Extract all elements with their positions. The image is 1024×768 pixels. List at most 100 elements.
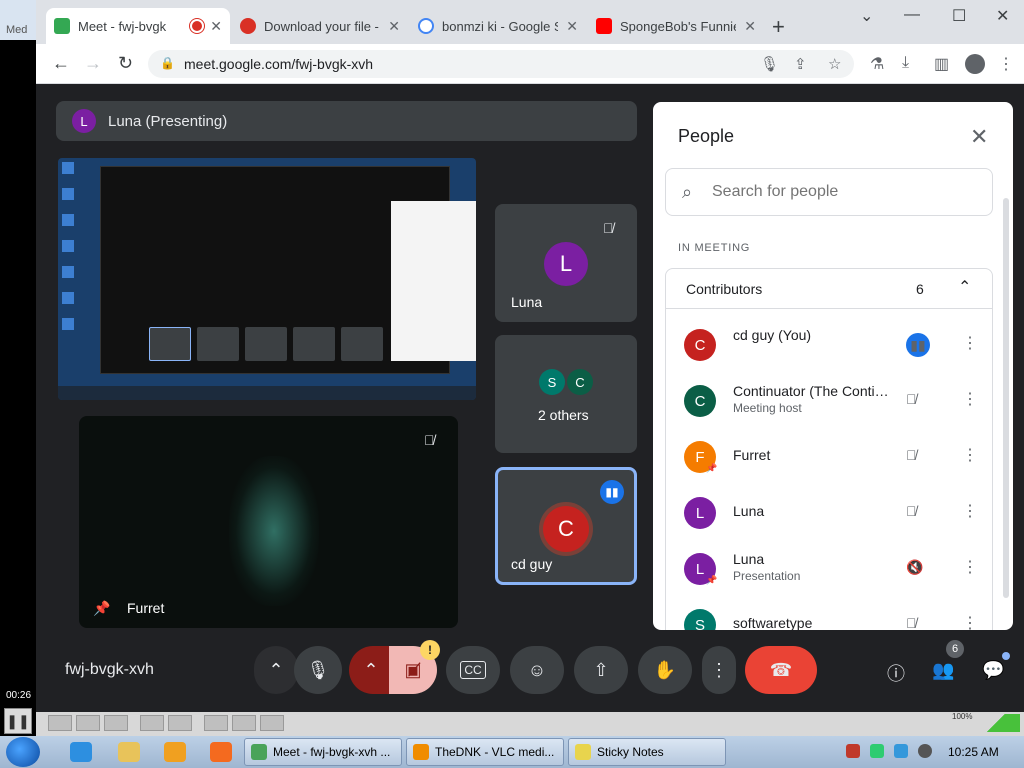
microphone-button[interactable]: 🎙 [294,646,342,694]
lock-icon: 🔒 [160,56,175,70]
side-panel-icon[interactable]: ▥ [934,54,949,74]
shared-taskbar [58,386,476,400]
profile-avatar[interactable] [965,54,985,74]
address-bar[interactable]: 🔒 meet.google.com/fwj-bvgk-xvh 🎙 ⇪ ☆ [148,50,854,78]
emoji-reactions-button[interactable]: ☺ [510,646,564,694]
tab-search-icon[interactable]: ⌄ [860,6,873,26]
taskbar-item-sticky-notes[interactable]: Sticky Notes [568,738,726,766]
avatar: S [684,609,716,630]
participant-row[interactable]: F 📌 Furret 🎙̸ ⋮ [666,429,992,485]
close-icon[interactable]: ✕ [970,124,988,150]
vlc-loop-button[interactable] [232,715,256,731]
vlc-prev-button[interactable] [48,715,72,731]
close-tab-icon[interactable]: ✕ [388,18,400,35]
video-options-button[interactable]: ⌃ [349,646,393,694]
tab-youtube[interactable]: SpongeBob's Funnie ✕ [588,8,764,44]
group-header[interactable]: Contributors 6 ⌃ [666,269,992,309]
downloads-icon[interactable]: ⤓ [902,54,909,72]
participant-tile-others[interactable]: S C 2 others [495,335,637,453]
more-options-button[interactable]: ⋮ [702,646,736,694]
tile-name: cd guy [511,556,553,572]
participant-row[interactable]: S softwaretype 🎙̸ ⋮ [666,597,992,630]
vlc-pause-button[interactable]: ❚❚ [4,708,32,734]
more-vert-icon[interactable]: ⋮ [962,445,978,465]
file-explorer-icon[interactable] [118,742,140,762]
audio-options-button[interactable]: ⌃ [254,646,298,694]
back-button[interactable]: ← [52,53,70,74]
participant-row[interactable]: L 📌 Luna Presentation 🔇 ⋮ [666,541,992,597]
present-screen-button[interactable]: ⇧ [574,646,628,694]
vlc-stop-button[interactable] [76,715,100,731]
panel-scrollbar[interactable] [1003,198,1009,598]
microphone-icon[interactable]: 🎙 [760,55,779,73]
vlc-playlist-button[interactable] [204,715,228,731]
people-icon[interactable]: 👥 [932,660,954,681]
more-vert-icon[interactable]: ⋮ [962,333,978,353]
close-tab-icon[interactable]: ✕ [566,18,578,35]
tray-vlc-icon[interactable] [846,744,860,758]
mic-off-icon: 🎙̸ [424,432,435,448]
tab-meet[interactable]: Meet - fwj-bvgk ✕ [46,8,230,44]
more-vert-icon[interactable]: ⋮ [962,389,978,409]
internet-explorer-icon[interactable] [70,742,92,762]
leave-call-button[interactable]: ☎ [745,646,817,694]
presenting-label: Luna (Presenting) [108,112,228,130]
avatar: C [684,329,716,361]
forward-button[interactable]: → [84,53,102,74]
minimize-button[interactable]: — [904,6,920,24]
taskbar-item-meet[interactable]: Meet - fwj-bvgk-xvh ... [244,738,402,766]
participant-row[interactable]: C Continuator (The Continuator) Meeting … [666,373,992,429]
participant-role: Meeting host [733,401,802,415]
search-input[interactable] [712,181,972,203]
media-player-icon[interactable] [164,742,186,762]
raise-hand-button[interactable]: ✋ [638,646,692,694]
firefox-icon[interactable] [210,742,232,762]
extensions-icon[interactable]: ⚗ [870,54,884,74]
more-vert-icon[interactable]: ⋮ [962,557,978,577]
chrome-menu-icon[interactable]: ⋮ [998,54,1014,74]
vlc-extended-button[interactable] [168,715,192,731]
tray-chrome-icon[interactable] [918,744,932,758]
tab-download[interactable]: Download your file - ✕ [232,8,408,44]
meeting-details-icon[interactable]: ⓘ [887,660,905,686]
chat-icon[interactable]: 💬 [982,660,1004,681]
chevron-up-icon: ⌃ [363,659,379,680]
vlc-shuffle-button[interactable] [260,715,284,731]
present-icon: ⇧ [593,659,609,680]
participant-row[interactable]: L Luna 🎙̸ ⋮ [666,485,992,541]
share-icon[interactable]: ⇪ [794,55,807,73]
new-tab-button[interactable]: + [772,14,785,40]
clock[interactable]: 10:25 AM [948,745,999,759]
shared-dialog [391,201,476,361]
vlc-fullscreen-button[interactable] [140,715,164,731]
mic-off-icon: 🎙̸ [603,220,614,236]
tray-display-icon[interactable] [894,744,908,758]
url-text[interactable]: meet.google.com/fwj-bvgk-xvh [184,56,373,72]
close-window-button[interactable]: ✕ [996,6,1009,26]
vlc-time: 00:26 [6,690,32,701]
close-tab-icon[interactable]: ✕ [210,18,222,35]
pause-icon: ❚❚ [6,713,30,729]
start-button[interactable] [6,737,40,767]
people-search[interactable]: ⌕ [665,168,993,216]
captions-button[interactable]: CC [446,646,500,694]
meet-stage: L Luna (Presenting) 🎙̸ 📌 Furret 🎙̸ L Lun… [42,84,1024,712]
taskbar-item-vlc[interactable]: TheDNK - VLC medi... [406,738,564,766]
more-vert-icon[interactable]: ⋮ [962,501,978,521]
chevron-up-icon[interactable]: ⌃ [958,277,971,297]
participant-tile-cd-guy[interactable]: ▮▮ C cd guy [495,467,637,585]
youtube-icon [596,18,612,34]
more-vert-icon[interactable]: ⋮ [962,613,978,630]
participant-row[interactable]: C cd guy (You) ▮▮ ⋮ [666,317,992,373]
maximize-button[interactable]: ☐ [952,6,966,26]
vlc-next-button[interactable] [104,715,128,731]
tray-network-icon[interactable] [870,744,884,758]
tab-google[interactable]: bonmzi ki - Google S ✕ [410,8,586,44]
bookmark-star-icon[interactable]: ☆ [828,55,841,73]
screen-share-tile[interactable] [58,158,476,400]
reload-button[interactable]: ↻ [118,53,133,74]
close-tab-icon[interactable]: ✕ [744,18,756,35]
participant-tile-luna[interactable]: 🎙̸ L Luna [495,204,637,322]
participant-tile-furret[interactable]: 🎙̸ 📌 Furret [79,416,458,628]
vlc-volume-slider[interactable] [972,714,1020,732]
